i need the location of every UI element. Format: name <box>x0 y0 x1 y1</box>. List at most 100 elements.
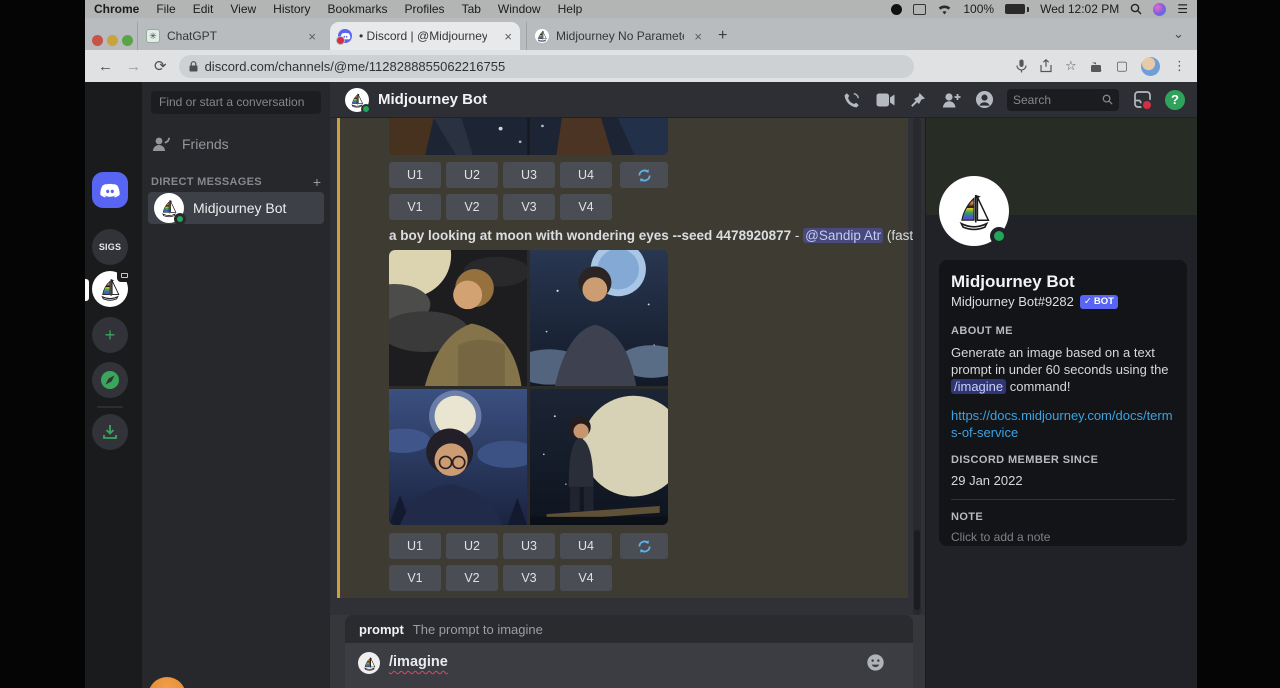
menu-item-edit[interactable]: Edit <box>193 2 214 16</box>
user-mention[interactable]: @Sandip Atr <box>803 228 883 243</box>
v4-button[interactable]: V4 <box>560 194 612 220</box>
conversation-search-button[interactable]: Find or start a conversation <box>151 91 321 114</box>
sidebar-item-friends[interactable]: Friends <box>151 130 321 157</box>
u2-button[interactable]: U2 <box>446 533 498 559</box>
pin-messages-button[interactable] <box>908 90 928 110</box>
profile-card: Midjourney Bot Midjourney Bot#9282 ✓ BOT… <box>939 260 1187 546</box>
menu-item-file[interactable]: File <box>156 2 175 16</box>
menu-item-bookmarks[interactable]: Bookmarks <box>328 2 388 16</box>
user-profile-toggle-button[interactable] <box>974 90 994 110</box>
voice-call-button[interactable] <box>842 90 862 110</box>
u4-button[interactable]: U4 <box>560 162 612 188</box>
reload-button[interactable]: ⟳ <box>154 57 167 75</box>
reroll-button[interactable] <box>620 533 668 559</box>
discord-home-button[interactable] <box>92 172 128 208</box>
dm-item-midjourney-bot[interactable]: Midjourney Bot <box>148 192 324 224</box>
dm-avatar <box>154 193 184 223</box>
tab-chatgpt[interactable]: ✳ ChatGPT × <box>137 22 324 50</box>
chat-scrollbar[interactable] <box>913 118 921 615</box>
u3-button[interactable]: U3 <box>503 162 555 188</box>
menu-clock[interactable]: Wed 12:02 PM <box>1040 2 1119 16</box>
address-bar[interactable]: discord.com/channels/@me/112828885506221… <box>179 55 914 78</box>
bookmark-star-icon[interactable]: ☆ <box>1065 58 1077 74</box>
card-divider <box>951 499 1175 500</box>
menu-item-profiles[interactable]: Profiles <box>405 2 445 16</box>
tab-close-icon[interactable]: × <box>298 29 316 44</box>
profile-avatar[interactable] <box>939 176 1009 246</box>
tab-close-icon[interactable]: × <box>684 29 702 44</box>
emoji-picker-button[interactable] <box>866 653 885 677</box>
screen: Chrome File Edit View History Bookmarks … <box>0 0 1280 688</box>
menu-item-view[interactable]: View <box>230 2 256 16</box>
chat-search-bar[interactable]: Search <box>1007 89 1119 111</box>
chat-header-avatar[interactable] <box>345 88 369 112</box>
chrome-profile-avatar[interactable] <box>1141 57 1160 76</box>
message-input-box[interactable]: /imagine prompt a boy looking at moon wi… <box>345 643 913 688</box>
forward-button[interactable]: → <box>126 58 141 75</box>
menu-item-history[interactable]: History <box>273 2 310 16</box>
new-tab-button[interactable]: + <box>718 27 727 45</box>
share-icon[interactable] <box>1040 59 1052 73</box>
control-center-icon[interactable]: ☰ <box>1177 2 1187 16</box>
add-friend-to-dm-button[interactable] <box>941 90 961 110</box>
menu-item-window[interactable]: Window <box>498 2 541 16</box>
u2-button[interactable]: U2 <box>446 162 498 188</box>
download-apps-button[interactable] <box>92 414 128 450</box>
slash-command-autocomplete[interactable]: prompt The prompt to imagine <box>345 615 913 643</box>
imagine-command-pill[interactable]: /imagine <box>951 379 1006 394</box>
u4-button[interactable]: U4 <box>560 533 612 559</box>
terms-of-service-link[interactable]: https://docs.midjourney.com/docs/terms-o… <box>951 408 1179 442</box>
chat-header: Midjourney Bot Search <box>330 82 1197 118</box>
menu-item-help[interactable]: Help <box>558 2 583 16</box>
reroll-button[interactable] <box>620 162 668 188</box>
mic-icon[interactable] <box>1016 59 1027 73</box>
screen-record-icon[interactable] <box>891 4 902 15</box>
v1-button[interactable]: V1 <box>389 194 441 220</box>
help-button[interactable]: ? <box>1165 90 1185 110</box>
dm-section-header: DIRECT MESSAGES + <box>151 174 321 190</box>
close-window-button[interactable] <box>92 35 103 46</box>
previous-grid-image-partial[interactable] <box>389 118 668 155</box>
sailboat-avatar-icon <box>951 188 997 234</box>
scrollbar-thumb[interactable] <box>914 530 920 610</box>
tab-midjourney-no-parameter[interactable]: Midjourney No Parameter × <box>526 22 710 50</box>
tab-group-icon[interactable]: ▢ <box>1116 58 1128 74</box>
v3-button[interactable]: V3 <box>503 565 555 591</box>
imagine-command-text[interactable]: /imagine <box>389 654 448 670</box>
siri-icon[interactable] <box>1153 3 1166 16</box>
discord-logo-icon <box>98 180 122 200</box>
menu-item-tab[interactable]: Tab <box>462 2 481 16</box>
spotlight-icon[interactable] <box>1130 3 1142 15</box>
v4-button[interactable]: V4 <box>560 565 612 591</box>
server-icon-sigs[interactable]: SIGS <box>92 229 128 265</box>
v1-button[interactable]: V1 <box>389 565 441 591</box>
reroll-icon <box>637 168 652 183</box>
tab-search-chevron-icon[interactable]: ⌄ <box>1173 26 1184 42</box>
zoom-window-button[interactable] <box>122 35 133 46</box>
extensions-puzzle-icon[interactable] <box>1090 60 1103 73</box>
back-button[interactable]: ← <box>98 58 113 75</box>
menu-app-name[interactable]: Chrome <box>94 2 139 16</box>
minimize-window-button[interactable] <box>107 35 118 46</box>
smiley-icon <box>866 653 885 672</box>
chrome-menu-kebab-icon[interactable]: ⋮ <box>1173 58 1186 74</box>
v2-button[interactable]: V2 <box>446 565 498 591</box>
dm-avatar-midjourney[interactable] <box>92 271 128 307</box>
add-server-button[interactable]: + <box>92 317 128 353</box>
midjourney-image-grid[interactable] <box>389 250 668 525</box>
tab-discord[interactable]: • Discord | @Midjourney Bot × <box>330 22 520 50</box>
wifi-icon[interactable] <box>937 4 952 15</box>
create-dm-plus-icon[interactable]: + <box>313 174 321 190</box>
tab-close-icon[interactable]: × <box>494 29 512 44</box>
discord-server-rail: SIGS + <box>85 82 142 688</box>
v2-button[interactable]: V2 <box>446 194 498 220</box>
u3-button[interactable]: U3 <box>503 533 555 559</box>
u1-button[interactable]: U1 <box>389 162 441 188</box>
u1-button[interactable]: U1 <box>389 533 441 559</box>
explore-servers-button[interactable] <box>92 362 128 398</box>
video-call-button[interactable] <box>875 90 895 110</box>
inbox-button[interactable] <box>1132 90 1152 110</box>
input-source-icon[interactable] <box>913 4 926 15</box>
v3-button[interactable]: V3 <box>503 194 555 220</box>
note-placeholder[interactable]: Click to add a note <box>951 530 1175 544</box>
